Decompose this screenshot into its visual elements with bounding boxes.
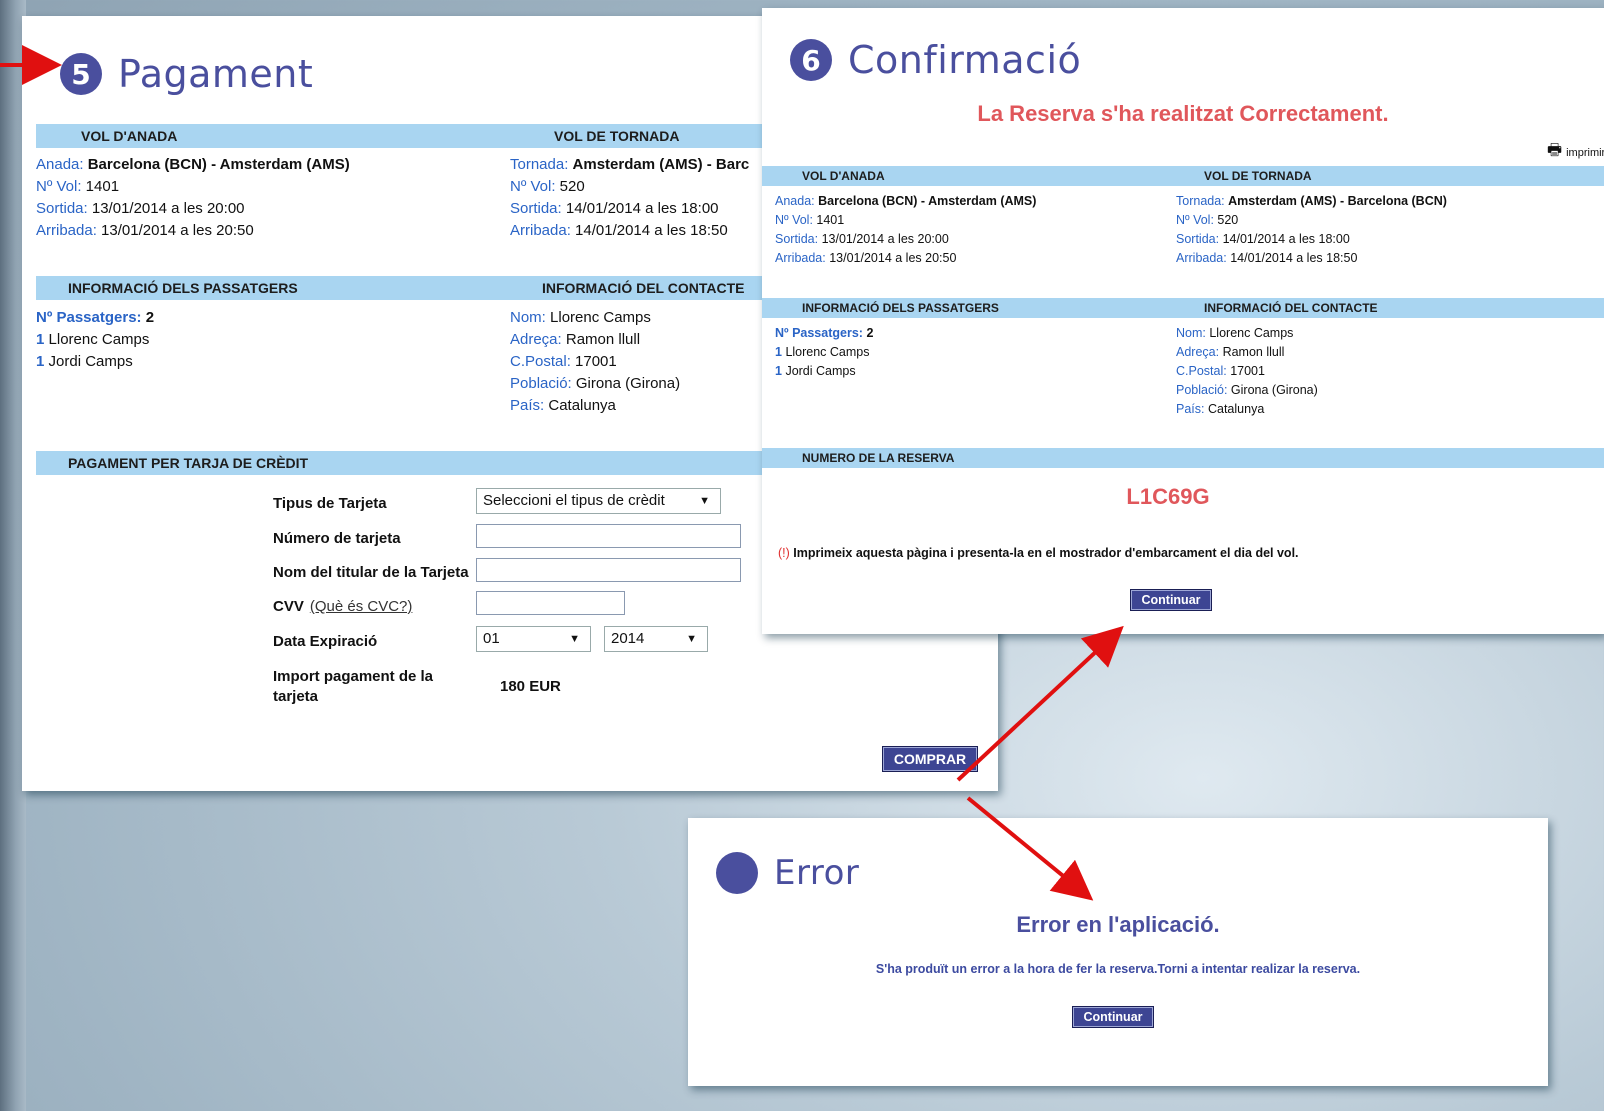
- arrow-to-confirmation: [956, 625, 1124, 782]
- arrow-to-error: [966, 796, 1094, 901]
- flow-arrows: [0, 45, 1124, 901]
